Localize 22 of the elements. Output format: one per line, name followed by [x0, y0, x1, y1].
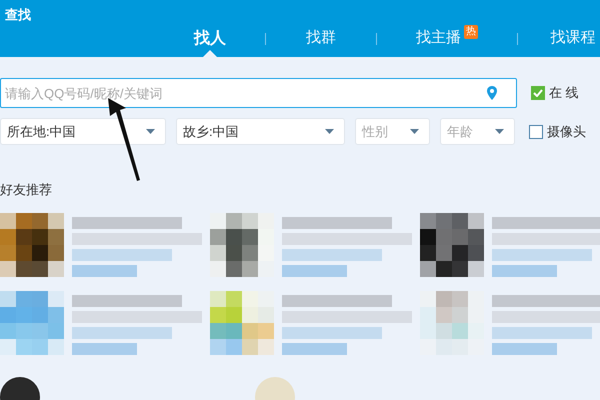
tab[interactable]: 找主播: [416, 27, 461, 50]
caret-icon: [410, 129, 419, 134]
checkbox-option[interactable]: 摄像头: [529, 116, 586, 146]
checkbox-option[interactable]: 在 线: [531, 78, 579, 108]
hot-badge: 热: [464, 24, 478, 38]
tab-pointer-icon: [203, 50, 217, 57]
filter-dropdown[interactable]: 所在地:中国: [0, 118, 166, 145]
tab[interactable]: 找课程: [550, 27, 596, 50]
filter-dropdown[interactable]: 年龄: [440, 118, 515, 145]
filter-dropdown[interactable]: 性别: [355, 118, 430, 145]
checkbox[interactable]: [529, 124, 543, 138]
tab[interactable]: 找人: [194, 26, 226, 50]
location-pin-icon[interactable]: [487, 86, 497, 100]
caret-icon: [325, 129, 334, 134]
window-title: 查找: [5, 7, 31, 22]
caret-icon: [146, 129, 155, 134]
caret-icon: [495, 129, 504, 134]
tab[interactable]: 找群: [306, 27, 336, 50]
section-title: 好友推荐: [0, 182, 52, 197]
search-field[interactable]: 请输入QQ号码/昵称/关键词: [0, 78, 517, 108]
filter-dropdown[interactable]: 故乡:中国: [176, 118, 345, 145]
checkbox[interactable]: [531, 86, 545, 100]
